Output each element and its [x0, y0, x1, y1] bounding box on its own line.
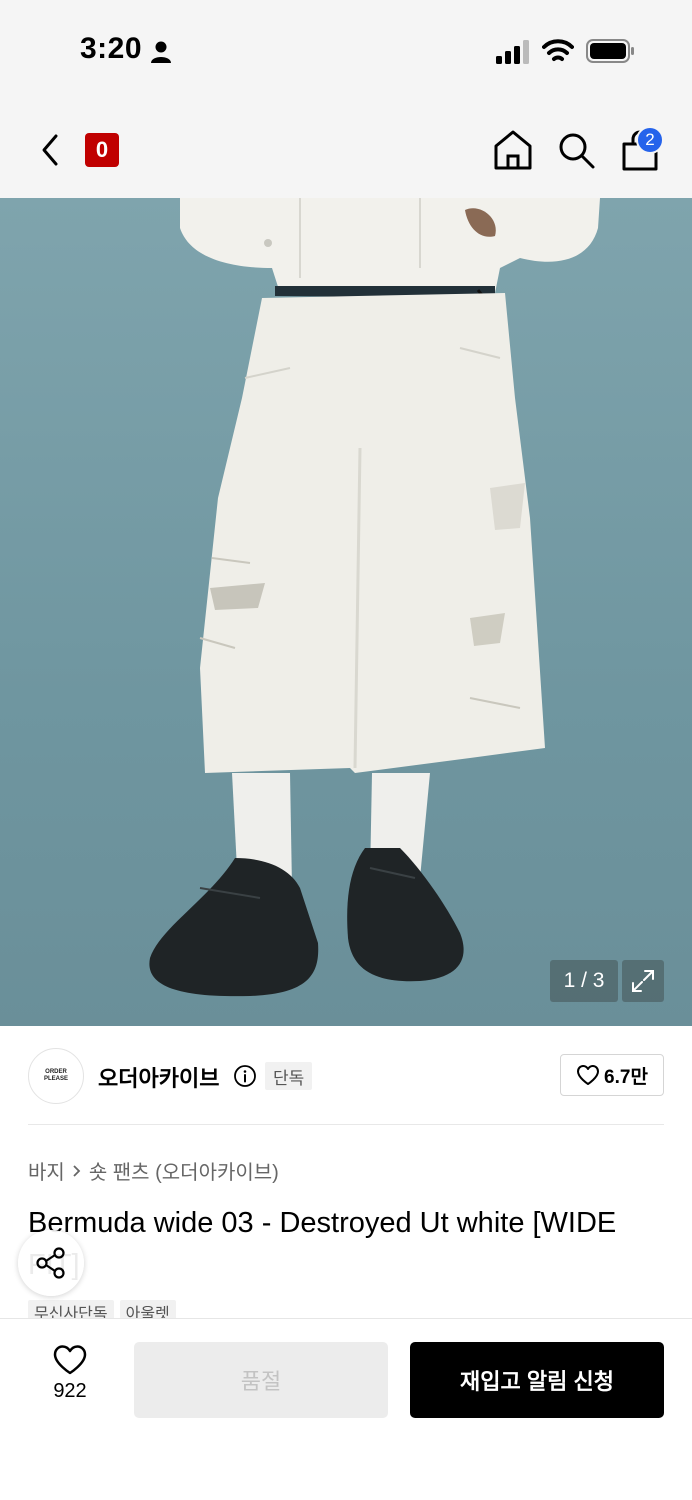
- wishlist-button[interactable]: 922: [40, 1344, 100, 1414]
- search-icon[interactable]: [556, 130, 596, 170]
- info-icon[interactable]: [233, 1064, 257, 1088]
- battery-icon: [586, 39, 634, 63]
- home-icon[interactable]: [492, 128, 534, 172]
- product-title: Bermuda wide 03 - Destroyed Ut white [WI…: [28, 1207, 617, 1281]
- person-icon: [151, 41, 171, 63]
- cellular-signal-icon: [496, 40, 529, 64]
- brand-avatar-line1: ORDER: [45, 1069, 67, 1076]
- brand-avatar-line2: PLEASE: [43, 1076, 68, 1082]
- exclusive-badge: 단독: [265, 1062, 313, 1090]
- section-divider: [28, 1124, 664, 1125]
- soldout-button[interactable]: 품절: [134, 1342, 388, 1418]
- brand-like-button[interactable]: 6.7만: [560, 1054, 664, 1096]
- breadcrumb-subcategory[interactable]: 숏 팬츠 (오더아카이브): [89, 1156, 279, 1185]
- expand-icon[interactable]: [622, 960, 664, 1002]
- heart-icon: [577, 1065, 600, 1085]
- gallery-page-indicator: 1 / 3: [550, 960, 618, 1002]
- restock-alert-button[interactable]: 재입고 알림 신청: [410, 1342, 664, 1418]
- wishlist-count: 922: [53, 1380, 87, 1402]
- product-photo: [149, 198, 600, 997]
- wifi-icon: [542, 39, 574, 61]
- heart-icon: [53, 1345, 87, 1375]
- brand-like-count: 6.7만: [604, 1066, 648, 1088]
- chevron-left-icon[interactable]: [34, 130, 66, 170]
- brand-avatar[interactable]: ORDER PLEASE: [28, 1048, 84, 1104]
- breadcrumb: 바지 숏 팬츠 (오더아카이브): [28, 1156, 279, 1185]
- share-button[interactable]: [18, 1230, 84, 1296]
- status-time: 3:20: [80, 32, 143, 65]
- cart-count-badge: 2: [636, 126, 664, 154]
- expand-arrows-icon: [632, 970, 654, 992]
- product-image[interactable]: [0, 198, 692, 1026]
- breadcrumb-category[interactable]: 바지: [28, 1156, 65, 1185]
- store-logo[interactable]: 0: [85, 133, 119, 167]
- brand-name[interactable]: 오더아카이브: [98, 1061, 219, 1093]
- share-icon: [36, 1247, 65, 1279]
- chevron-right-icon: [73, 1164, 81, 1177]
